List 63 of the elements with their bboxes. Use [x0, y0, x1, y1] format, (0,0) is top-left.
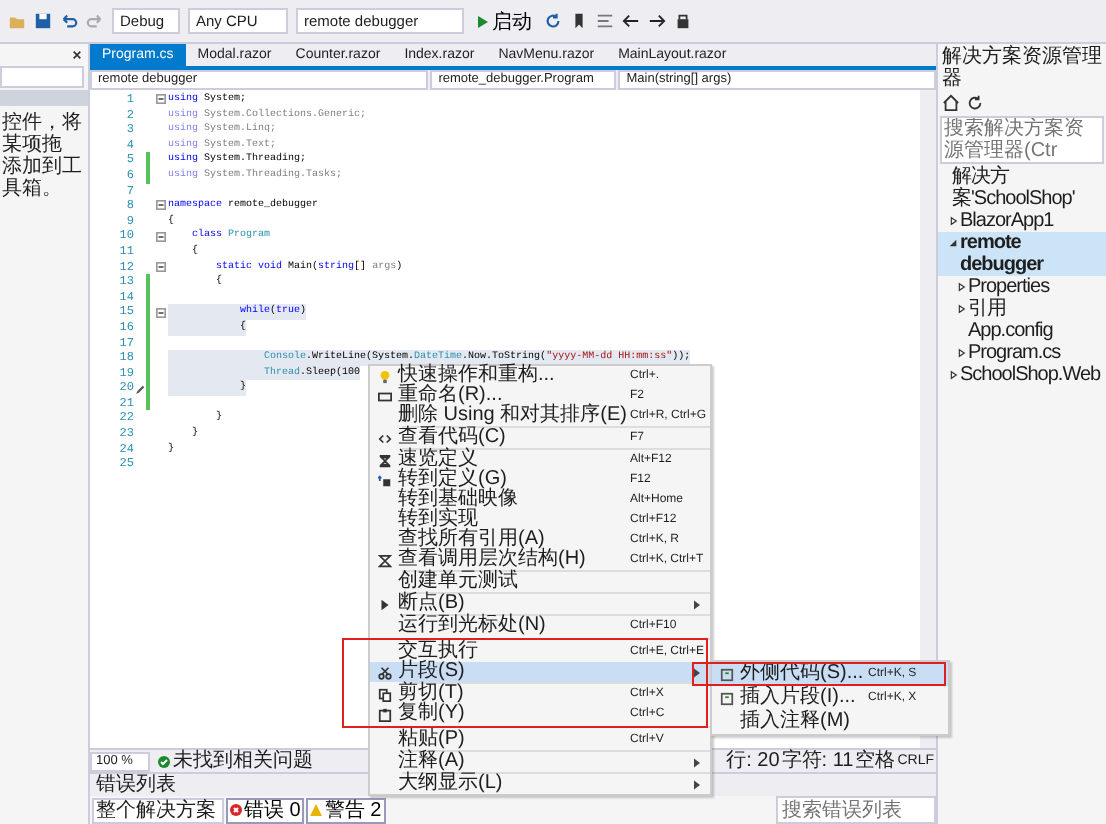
run-to-cursor-icon — [377, 597, 391, 611]
lock-icon[interactable] — [674, 12, 692, 30]
home-icon[interactable] — [942, 94, 960, 112]
expander-icon[interactable] — [956, 348, 966, 358]
copy-icon — [377, 687, 391, 701]
toolbox-hint: 添加到工具箱。 — [0, 156, 84, 200]
scope-dropdown[interactable]: 整个解决方案 — [92, 797, 224, 823]
collapse-icon[interactable] — [155, 261, 165, 272]
panel-title: 解决方案资源管理器 — [940, 44, 1104, 92]
tree-item[interactable]: 解决方案'SchoolShop' — [938, 166, 1106, 210]
warnings-filter-button[interactable]: 警告 2 — [306, 797, 386, 823]
menu-item[interactable]: 片段(S) — [370, 662, 710, 682]
tree-item[interactable]: BlazorApp1 — [938, 210, 1106, 232]
expander-icon[interactable] — [956, 304, 966, 314]
menu-item[interactable]: 注释(A) — [370, 752, 710, 772]
tree-item[interactable]: SchoolShop.Web — [938, 364, 1106, 386]
arrow-right-icon[interactable] — [648, 12, 666, 30]
error-icon — [230, 804, 242, 816]
tree-item[interactable]: remote debugger — [938, 232, 1106, 276]
line-position: 行: 20 — [726, 750, 780, 772]
snippet-icon — [719, 667, 733, 681]
start-button[interactable]: 启动 — [472, 7, 536, 35]
play-icon — [476, 15, 488, 27]
error-search-field[interactable]: 搜索错误列表 — [776, 796, 936, 824]
snippet-icon — [719, 691, 733, 705]
tree-item[interactable]: 引用 — [938, 298, 1106, 320]
refresh-icon[interactable] — [544, 12, 562, 30]
rename-icon — [377, 389, 391, 403]
collapse-icon[interactable] — [155, 94, 165, 105]
expander-icon[interactable] — [948, 370, 958, 380]
comment-icon[interactable] — [596, 12, 614, 30]
scissors-icon — [377, 665, 391, 679]
collapse-icon[interactable] — [155, 231, 165, 242]
menu-item[interactable]: 断点(B) — [370, 594, 710, 614]
toolbox-search-field[interactable] — [0, 66, 84, 88]
errors-filter-button[interactable]: 错误 0 — [226, 797, 305, 823]
toolbox-hint: 控件，将某项拖 — [0, 112, 84, 156]
tree-item[interactable]: App.config — [938, 320, 1106, 342]
arrow-left-icon[interactable] — [622, 12, 640, 30]
collapse-icon[interactable] — [155, 307, 165, 318]
issues-status: 未找到相关问题 — [172, 750, 313, 772]
refresh-icon[interactable] — [966, 94, 984, 112]
expander-icon[interactable] — [948, 216, 958, 226]
tree-item[interactable]: Program.cs — [938, 342, 1106, 364]
menu-item[interactable]: 大纲显示(L) — [370, 774, 710, 794]
bookmark-icon[interactable] — [570, 12, 588, 30]
expander-icon[interactable] — [956, 282, 966, 292]
check-icon — [158, 755, 171, 767]
expander-icon[interactable] — [948, 238, 958, 248]
save-icon[interactable] — [34, 12, 52, 30]
code-icon — [377, 431, 391, 445]
menu-item[interactable]: 创建单元测试 — [370, 572, 710, 592]
column-position: 字符: 11 — [781, 750, 854, 772]
collapse-icon[interactable] — [155, 200, 165, 211]
whitespace-mode: 空格 — [855, 750, 896, 772]
menu-item[interactable]: 插入注释(M) — [712, 710, 948, 734]
close-icon[interactable] — [72, 50, 82, 60]
panel-title: 错误列表 — [94, 774, 176, 796]
lightbulb-icon — [377, 369, 391, 383]
tree-item[interactable]: Properties — [938, 276, 1106, 298]
paste-icon — [377, 707, 391, 721]
warning-icon — [310, 804, 323, 816]
undo-icon[interactable] — [60, 12, 78, 30]
